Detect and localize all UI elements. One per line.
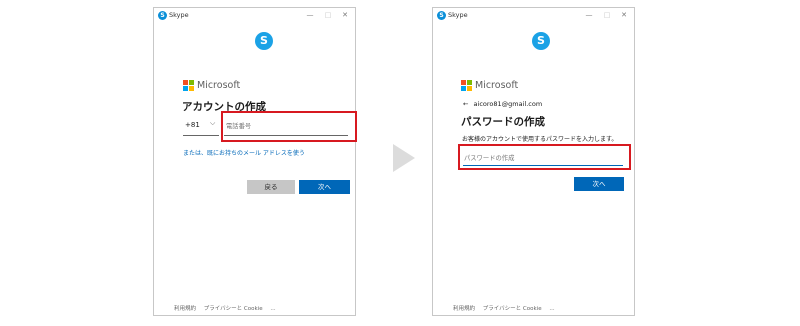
instruction-text: お客様のアカウントで使用するパスワードを入力します。 — [462, 136, 618, 143]
country-code-underline — [183, 135, 219, 136]
terms-link[interactable]: 利用規約 — [174, 306, 196, 312]
maximize-button[interactable]: □ — [323, 11, 333, 20]
highlight-box — [458, 144, 631, 170]
microsoft-brand: Microsoft — [197, 80, 241, 91]
skype-window-create-account: S Skype — □ ✕ S Microsoft アカウントの作成 +81 ⌵… — [153, 7, 357, 316]
title-bar: S Skype — □ ✕ — [433, 8, 634, 24]
microsoft-logo-icon — [183, 80, 194, 91]
terms-link[interactable]: 利用規約 — [453, 306, 475, 312]
back-arrow-icon[interactable]: ← — [463, 100, 468, 108]
footer: 利用規約 プライバシーと Cookie ... — [453, 304, 561, 312]
use-email-link[interactable]: または、既にお持ちのメール アドレスを使う — [183, 148, 305, 157]
microsoft-logo-icon — [461, 80, 472, 91]
play-arrow-icon — [393, 144, 415, 172]
next-button[interactable]: 次へ — [574, 177, 624, 191]
close-button[interactable]: ✕ — [619, 11, 629, 20]
account-email: aicoro81@gmail.com — [473, 100, 543, 108]
skype-app-icon: S — [158, 11, 167, 20]
window-title: Skype — [169, 11, 189, 19]
highlight-box — [221, 111, 357, 142]
account-email-row[interactable]: ← aicoro81@gmail.com — [463, 100, 542, 108]
minimize-button[interactable]: — — [305, 11, 315, 20]
privacy-link[interactable]: プライバシーと Cookie — [483, 306, 542, 312]
minimize-button[interactable]: — — [584, 11, 594, 20]
skype-logo-icon: S — [255, 32, 273, 50]
microsoft-brand: Microsoft — [475, 80, 519, 91]
more-options[interactable]: ... — [270, 306, 275, 312]
window-title: Skype — [448, 11, 468, 19]
back-button[interactable]: 戻る — [247, 180, 295, 194]
more-options[interactable]: ... — [549, 306, 554, 312]
chevron-down-icon[interactable]: ⌵ — [210, 119, 215, 128]
footer: 利用規約 プライバシーと Cookie ... — [174, 304, 282, 312]
maximize-button[interactable]: □ — [602, 11, 612, 20]
country-code[interactable]: +81 — [185, 121, 200, 129]
title-bar: S Skype — □ ✕ — [154, 8, 355, 24]
page-title: パスワードの作成 — [461, 116, 545, 128]
next-button[interactable]: 次へ — [299, 180, 350, 194]
privacy-link[interactable]: プライバシーと Cookie — [204, 306, 263, 312]
skype-window-create-password: S Skype — □ ✕ S Microsoft ← aicoro81@gma… — [432, 7, 635, 316]
close-button[interactable]: ✕ — [340, 11, 350, 20]
skype-app-icon: S — [437, 11, 446, 20]
skype-logo-icon: S — [532, 32, 550, 50]
